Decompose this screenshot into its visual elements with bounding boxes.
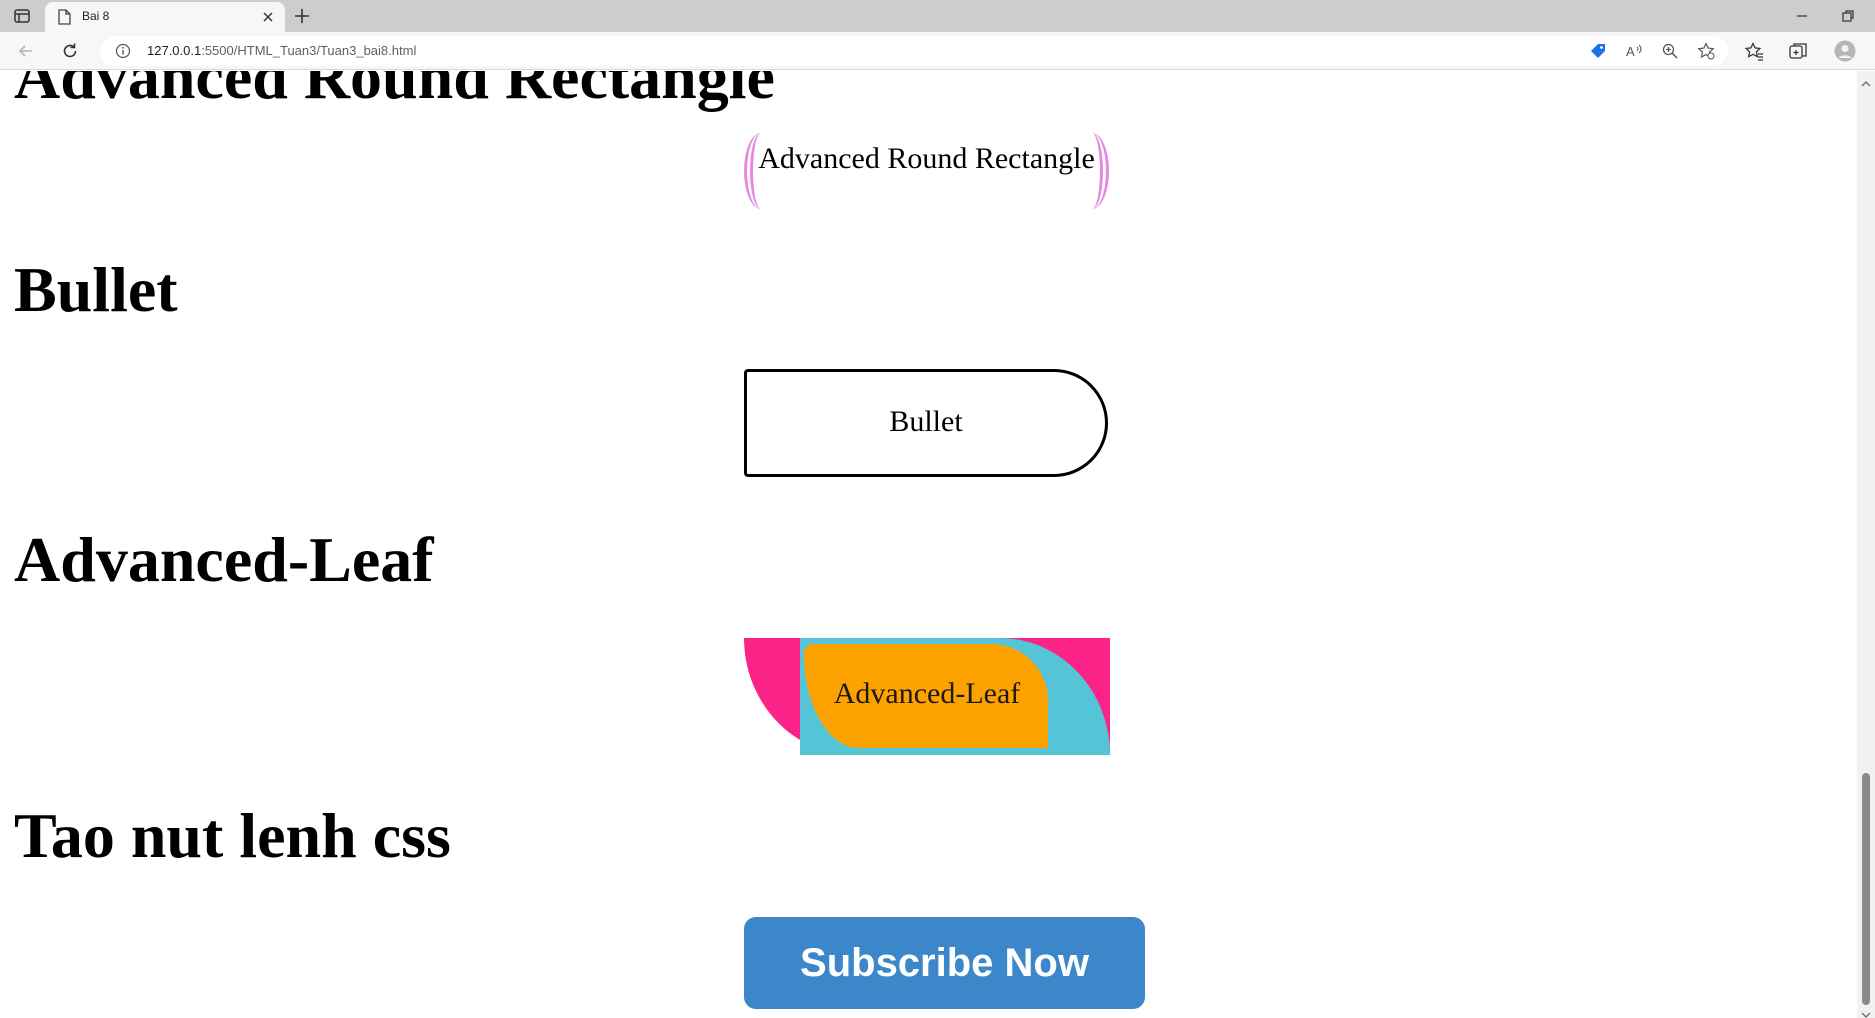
back-icon[interactable] [16,41,36,61]
tab-title: Bai 8 [82,9,110,23]
browser-tab[interactable]: Bai 8 [45,2,285,32]
browser-toolbar: 127.0.0.1:5500/HTML_Tuan3/Tuan3_bai8.htm… [0,32,1875,70]
scroll-up-icon[interactable] [1861,75,1871,87]
vertical-scrollbar[interactable] [1857,71,1875,1018]
advanced-leaf-label: Advanced-Leaf [833,677,1021,710]
scrollbar-thumb[interactable] [1862,773,1870,1005]
advanced-leaf-shape: Advanced-Leaf [744,638,1110,755]
close-icon[interactable] [261,10,275,24]
info-icon[interactable] [115,43,131,59]
page-icon [57,9,71,25]
restore-icon[interactable] [1838,6,1858,26]
new-tab-icon[interactable] [292,6,312,26]
tab-actions-icon[interactable] [12,7,32,25]
url-text: 127.0.0.1:5500/HTML_Tuan3/Tuan3_bai8.htm… [147,43,417,58]
heading-tao-nut-lenh-css: Tao nut lenh css [14,800,451,871]
advanced-round-rectangle-label: Advanced Round Rectangle [758,142,1095,175]
page-viewport: Advanced Round Rectangle Advanced Round … [0,71,1857,1018]
svg-text:A: A [1626,44,1635,59]
heading-advanced-round-rectangle: Advanced Round Rectangle [14,71,775,112]
advanced-round-rectangle-shape: Advanced Round Rectangle [744,133,1109,209]
profile-icon[interactable] [1834,40,1856,62]
subscribe-now-button[interactable]: Subscribe Now [744,917,1145,1009]
refresh-icon[interactable] [60,41,80,61]
heading-advanced-leaf: Advanced-Leaf [14,524,434,595]
heading-bullet: Bullet [14,254,178,325]
read-aloud-icon[interactable]: A [1625,42,1643,60]
add-favorite-icon[interactable] [1697,42,1715,60]
favorites-icon[interactable] [1744,41,1764,61]
bullet-shape: Bullet [744,369,1108,477]
collections-icon[interactable] [1788,41,1808,61]
tab-strip: Bai 8 [0,0,1875,32]
minimize-icon[interactable] [1792,6,1812,26]
tag-icon[interactable] [1589,42,1607,60]
address-bar[interactable]: 127.0.0.1:5500/HTML_Tuan3/Tuan3_bai8.htm… [100,36,1728,66]
bullet-label: Bullet [889,405,963,438]
scroll-down-icon[interactable] [1861,1006,1871,1018]
zoom-icon[interactable] [1661,42,1679,60]
